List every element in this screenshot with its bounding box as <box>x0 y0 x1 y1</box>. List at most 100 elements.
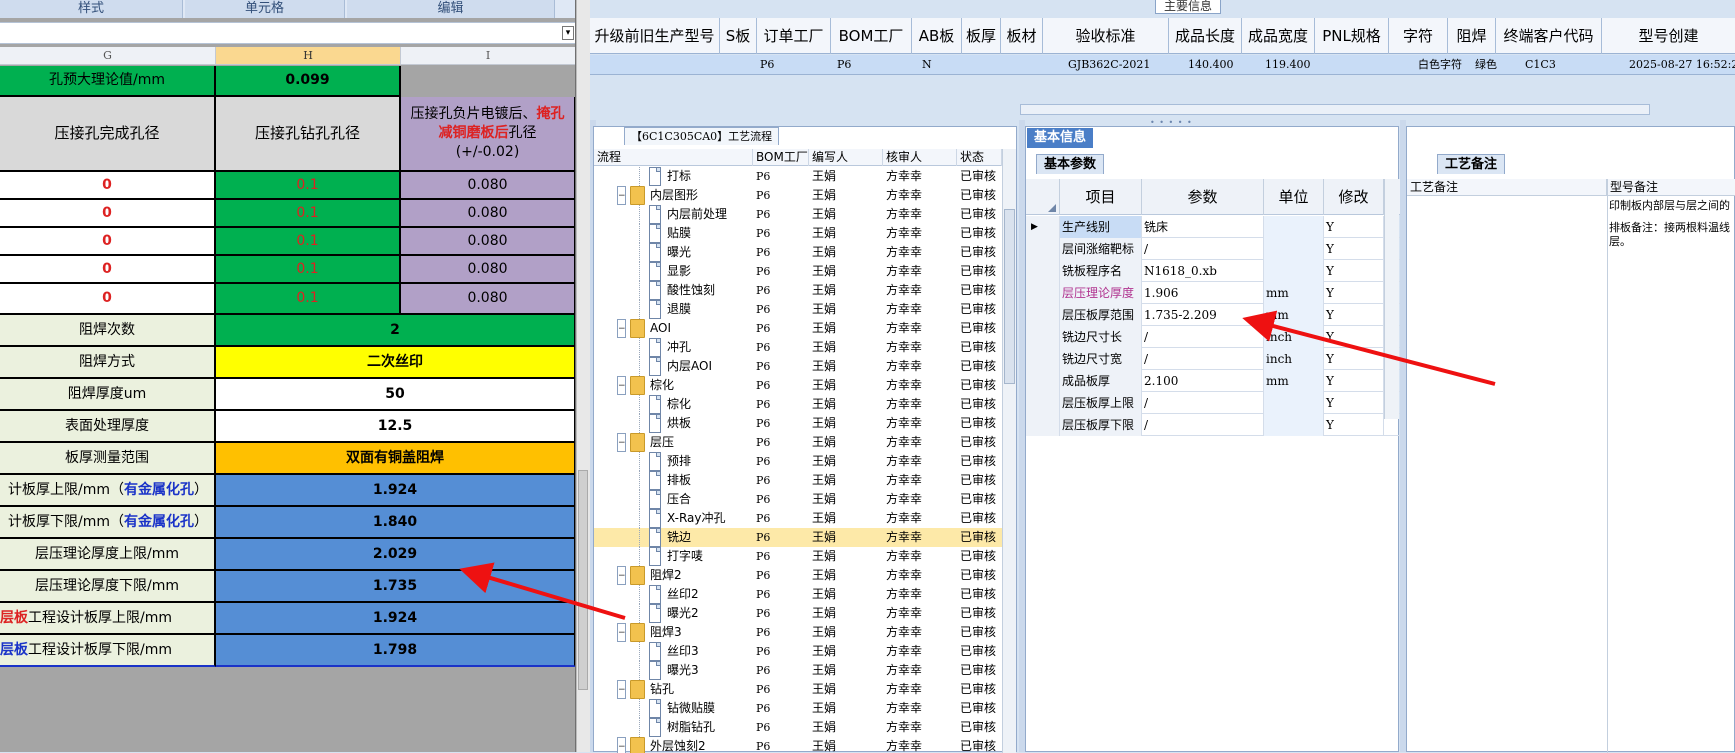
flow-row[interactable]: 内层前处理 P6 王娟 方幸幸 已审核 <box>594 205 1002 224</box>
scrollbar-thumb[interactable] <box>1004 209 1015 384</box>
params-row[interactable]: 铣板程序名 N1618_0.xb Y <box>1026 260 1400 282</box>
flow-row[interactable]: 打字唛 P6 王娟 方幸幸 已审核 <box>594 547 1002 566</box>
param-value[interactable]: / <box>1142 348 1264 370</box>
collapse-icon[interactable]: − <box>617 433 626 452</box>
cell-h[interactable]: 1.735 <box>216 571 575 603</box>
collapse-icon[interactable]: − <box>617 737 626 753</box>
cell-g[interactable]: 0 <box>0 200 216 228</box>
collapse-icon[interactable]: − <box>617 566 626 585</box>
flow-row[interactable]: 烘板 P6 王娟 方幸幸 已审核 <box>594 414 1002 433</box>
row-selector[interactable] <box>1026 282 1060 304</box>
params-row[interactable]: 层间涨缩靶标 / Y <box>1026 238 1400 260</box>
flow-row[interactable]: 显影 P6 王娟 方幸幸 已审核 <box>594 262 1002 281</box>
flow-row[interactable]: 打标 P6 王娟 方幸幸 已审核 <box>594 167 1002 186</box>
main-info-scrollbar[interactable] <box>1020 104 1650 115</box>
col-length[interactable]: 成品长度 <box>1169 18 1242 54</box>
flow-row[interactable]: 钻微贴膜 P6 王娟 方幸幸 已审核 <box>594 699 1002 718</box>
cell-i[interactable] <box>401 66 575 97</box>
cell-g[interactable]: 孔预大理论值/mm <box>0 66 216 97</box>
column-header-h[interactable]: H <box>216 47 401 65</box>
flow-row[interactable]: − 钻孔 P6 王娟 方幸幸 已审核 <box>594 680 1002 699</box>
param-value[interactable]: / <box>1142 392 1264 414</box>
col-s-board[interactable]: S板 <box>720 18 757 54</box>
col-width[interactable]: 成品宽度 <box>1242 18 1315 54</box>
row-selector[interactable] <box>1026 348 1060 370</box>
params-row[interactable]: 铣边尺寸宽 / inch Y <box>1026 348 1400 370</box>
cell-h[interactable]: 1.924 <box>216 475 575 507</box>
flow-row[interactable]: 排板 P6 王娟 方幸幸 已审核 <box>594 471 1002 490</box>
process-flow-tab[interactable]: 【6C1C305CA0】工艺流程 <box>624 127 780 145</box>
ribbon-group-cells[interactable]: 单元格 <box>185 0 345 18</box>
formula-expand-icon[interactable]: ▾ <box>562 26 574 40</box>
flow-row[interactable]: − 内层图形 P6 王娟 方幸幸 已审核 <box>594 186 1002 205</box>
cell-h[interactable]: 50 <box>216 379 575 411</box>
flow-row[interactable]: X-Ray冲孔 P6 王娟 方幸幸 已审核 <box>594 509 1002 528</box>
row-selector[interactable] <box>1026 260 1060 282</box>
cell-i[interactable]: 0.080 <box>401 228 575 256</box>
param-value[interactable]: 1.735-2.209 <box>1142 304 1264 326</box>
flow-row[interactable]: 丝印2 P6 王娟 方幸幸 已审核 <box>594 585 1002 604</box>
param-value[interactable]: N1618_0.xb <box>1142 260 1264 282</box>
flow-scrollbar[interactable] <box>1002 149 1016 753</box>
col-old-model[interactable]: 升级前旧生产型号 <box>590 18 720 54</box>
params-col-modify[interactable]: 修改 <box>1324 179 1384 215</box>
basic-params-tab[interactable]: 基本参数 <box>1036 154 1105 174</box>
flow-row[interactable]: 冲孔 P6 王娟 方幸幸 已审核 <box>594 338 1002 357</box>
cell-g[interactable]: 计板厚下限/mm（有金属化孔） <box>0 507 216 539</box>
cell-g[interactable]: 板厚测量范围 <box>0 443 216 475</box>
flow-row[interactable]: 退膜 P6 王娟 方幸幸 已审核 <box>594 300 1002 319</box>
cell-g[interactable]: 0 <box>0 284 216 315</box>
col-pnl[interactable]: PNL规格 <box>1315 18 1389 54</box>
cell-i[interactable]: 0.080 <box>401 200 575 228</box>
cell-h[interactable]: 双面有铜盖阻焊 <box>216 443 575 475</box>
current-row-icon[interactable]: ▶ <box>1026 216 1060 238</box>
cell-h[interactable]: 二次丝印 <box>216 347 575 379</box>
params-col-value[interactable]: 参数 <box>1142 179 1264 215</box>
col-mask[interactable]: 阻焊 <box>1448 18 1496 54</box>
flow-row[interactable]: 贴膜 P6 王娟 方幸幸 已审核 <box>594 224 1002 243</box>
col-created[interactable]: 型号创建 <box>1602 18 1735 54</box>
collapse-icon[interactable]: − <box>617 186 626 205</box>
param-value[interactable]: / <box>1142 238 1264 260</box>
cell-g[interactable]: 阻焊次数 <box>0 315 216 347</box>
ribbon-group-edit[interactable]: 编辑 <box>347 0 555 18</box>
col-thickness[interactable]: 板厚 <box>962 18 1001 54</box>
col-order-factory[interactable]: 订单工厂 <box>757 18 831 54</box>
params-row[interactable]: ▶ 生产线别 铣床 Y <box>1026 216 1400 238</box>
params-col-item[interactable]: 项目 <box>1060 179 1142 215</box>
cell-h[interactable]: 0.1 <box>216 284 401 315</box>
cell-h[interactable]: 0.1 <box>216 228 401 256</box>
cell-g[interactable]: 0 <box>0 228 216 256</box>
cell-g[interactable]: 层板工程设计板厚上限/mm <box>0 603 216 635</box>
collapse-icon[interactable]: − <box>617 376 626 395</box>
params-row[interactable]: 层压理论厚度 1.906 mm Y <box>1026 282 1400 304</box>
flow-row[interactable]: 曝光2 P6 王娟 方幸幸 已审核 <box>594 604 1002 623</box>
collapse-icon[interactable]: − <box>617 623 626 642</box>
formula-bar[interactable]: ▾ <box>0 22 575 44</box>
col-char[interactable]: 字符 <box>1389 18 1448 54</box>
cell-h[interactable]: 0.1 <box>216 256 401 284</box>
row-selector[interactable] <box>1026 414 1060 436</box>
flow-row[interactable]: − AOI P6 王娟 方幸幸 已审核 <box>594 319 1002 338</box>
col-bom-factory[interactable]: BOM工厂 <box>831 18 912 54</box>
flow-row[interactable]: 树脂钻孔 P6 王娟 方幸幸 已审核 <box>594 718 1002 737</box>
scrollbar-thumb[interactable] <box>578 470 588 690</box>
row-selector[interactable] <box>1026 370 1060 392</box>
cell-h[interactable]: 1.840 <box>216 507 575 539</box>
cell-h[interactable]: 0.1 <box>216 200 401 228</box>
row-selector[interactable] <box>1026 304 1060 326</box>
param-value[interactable]: / <box>1142 414 1264 436</box>
flow-row[interactable]: 压合 P6 王娟 方幸幸 已审核 <box>594 490 1002 509</box>
col-ab-board[interactable]: AB板 <box>912 18 962 54</box>
params-scrollbar[interactable] <box>1384 179 1399 419</box>
flow-row[interactable]: 棕化 P6 王娟 方幸幸 已审核 <box>594 395 1002 414</box>
cell-i[interactable]: 0.080 <box>401 172 575 200</box>
sheet-vertical-scrollbar[interactable] <box>576 0 590 752</box>
collapse-icon[interactable]: − <box>617 680 626 699</box>
cell-g[interactable]: 层压理论厚度下限/mm <box>0 571 216 603</box>
collapse-icon[interactable]: − <box>617 319 626 338</box>
cell-g[interactable]: 层压理论厚度上限/mm <box>0 539 216 571</box>
flow-row[interactable]: 内层AOI P6 王娟 方幸幸 已审核 <box>594 357 1002 376</box>
cell-g[interactable]: 阻焊方式 <box>0 347 216 379</box>
flow-row[interactable]: − 阻焊3 P6 王娟 方幸幸 已审核 <box>594 623 1002 642</box>
